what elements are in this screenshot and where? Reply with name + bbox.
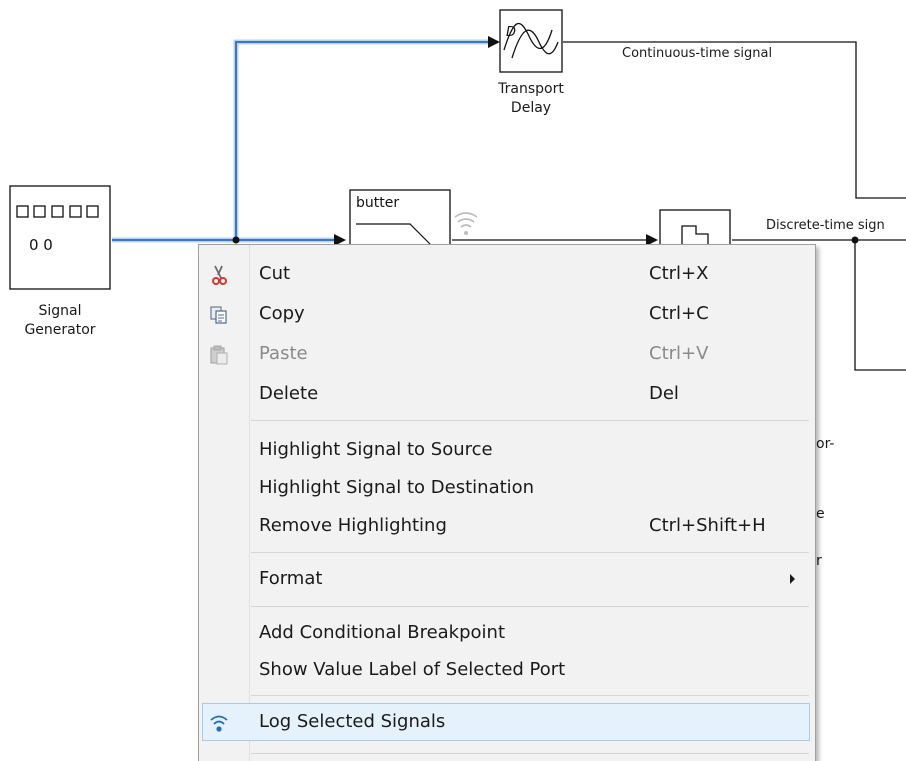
transport-delay-label: Transport Delay xyxy=(498,81,564,116)
svg-text:D: D xyxy=(506,25,516,40)
menu-item-highlight-source[interactable]: Highlight Signal to Source xyxy=(202,431,810,469)
butter-filter-block[interactable]: butter xyxy=(349,189,451,253)
menu-item-label: Paste xyxy=(259,343,308,364)
menu-item-label: Format xyxy=(259,568,323,589)
signal-generator-block[interactable]: 0 0 xyxy=(9,185,111,290)
copy-icon xyxy=(208,304,230,326)
menu-item-shortcut: Ctrl+X xyxy=(649,263,709,284)
menu-item-label: Highlight Signal to Destination xyxy=(259,477,535,498)
obscured-text-fragment: r xyxy=(816,553,822,569)
menu-separator xyxy=(251,606,809,607)
continuous-signal-line[interactable] xyxy=(563,41,906,199)
menu-item-label: Show Value Label of Selected Port xyxy=(259,659,566,680)
menu-item-add-conditional-breakpoint[interactable]: Add Conditional Breakpoint xyxy=(202,614,810,652)
context-menu: Cut Ctrl+X Copy Ctrl+C Paste Ctrl+V Dele… xyxy=(198,244,816,761)
menu-item-delete[interactable]: Delete Del xyxy=(202,375,810,413)
menu-item-label: Highlight Signal to Source xyxy=(259,439,493,460)
svg-text:0 0: 0 0 xyxy=(29,236,53,254)
menu-item-copy[interactable]: Copy Ctrl+C xyxy=(202,295,810,333)
menu-item-paste[interactable]: Paste Ctrl+V xyxy=(202,335,810,373)
signal-logging-icon[interactable] xyxy=(454,212,478,235)
menu-item-label: Log Selected Signals xyxy=(259,711,446,732)
discrete-signal-label[interactable]: Discrete-time sign xyxy=(766,218,885,233)
menu-item-shortcut: Ctrl+Shift+H xyxy=(649,515,766,536)
menu-separator xyxy=(251,695,809,696)
branch-point xyxy=(232,236,240,244)
menu-item-cut[interactable]: Cut Ctrl+X xyxy=(202,255,810,293)
menu-item-label: Add Conditional Breakpoint xyxy=(259,622,506,643)
menu-item-label: Cut xyxy=(259,263,291,284)
menu-separator xyxy=(251,753,809,754)
log-signal-icon xyxy=(208,712,230,734)
obscured-text-fragment: e xyxy=(816,506,825,522)
menu-separator xyxy=(251,420,809,421)
svg-text:butter: butter xyxy=(356,195,399,211)
scissors-icon xyxy=(208,264,230,286)
menu-item-show-value-label[interactable]: Show Value Label of Selected Port xyxy=(202,651,810,689)
menu-item-label: Remove Highlighting xyxy=(259,515,447,536)
menu-item-label: Copy xyxy=(259,303,305,324)
menu-item-log-selected-signals[interactable]: Log Selected Signals xyxy=(202,703,810,741)
menu-item-highlight-destination[interactable]: Highlight Signal to Destination xyxy=(202,469,810,507)
continuous-signal-label[interactable]: Continuous-time signal xyxy=(622,46,772,61)
menu-item-shortcut: Del xyxy=(649,383,679,404)
signal-generator-label: Signal Generator xyxy=(24,303,96,338)
paste-icon xyxy=(208,344,230,366)
menu-item-shortcut: Ctrl+C xyxy=(649,303,709,324)
submenu-arrow-icon xyxy=(790,574,795,584)
obscured-text-fragment: or- xyxy=(816,436,835,452)
menu-item-shortcut: Ctrl+V xyxy=(649,343,709,364)
transport-delay-block[interactable]: D xyxy=(499,9,563,73)
menu-item-remove-highlighting[interactable]: Remove Highlighting Ctrl+Shift+H xyxy=(202,507,810,545)
menu-item-format[interactable]: Format xyxy=(202,560,810,598)
menu-separator xyxy=(251,552,809,553)
menu-item-label: Delete xyxy=(259,383,319,404)
